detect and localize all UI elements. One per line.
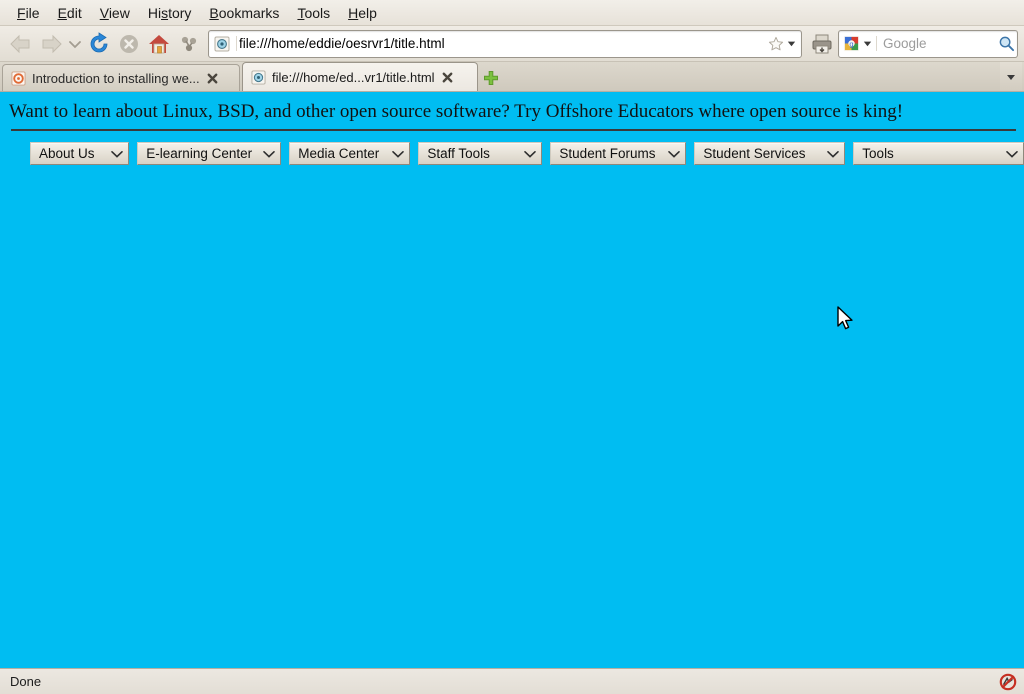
back-button[interactable] — [6, 29, 36, 59]
navigation-toolbar: file:///home/eddie/oesrvr1/title.html g … — [0, 26, 1024, 62]
menu-bookmarks[interactable]: Bookmarks — [200, 3, 288, 23]
page-banner-text: Want to learn about Linux, BSD, and othe… — [9, 101, 904, 122]
menu-help[interactable]: Help — [339, 3, 386, 23]
reload-button[interactable] — [84, 29, 114, 59]
address-bar-actions — [766, 36, 801, 52]
dropdown-label: E-learning Center — [146, 146, 253, 161]
close-icon[interactable] — [206, 71, 220, 85]
menu-tools[interactable]: Tools — [288, 3, 339, 23]
new-tab-button[interactable] — [480, 64, 502, 91]
home-button[interactable] — [144, 29, 174, 59]
plus-icon — [484, 70, 498, 85]
list-all-tabs-button[interactable] — [1000, 62, 1022, 91]
chevron-down-icon — [69, 40, 81, 48]
tab-introduction-to-installing-we[interactable]: Introduction to installing we... — [2, 64, 240, 91]
noscript-status-button[interactable] — [998, 672, 1018, 692]
google-icon: g — [843, 35, 860, 52]
dropdown-label: Staff Tools — [427, 146, 490, 161]
menu-history[interactable]: History — [139, 3, 201, 23]
print-icon — [812, 34, 832, 53]
globe-icon — [213, 35, 231, 53]
back-arrow-icon — [10, 34, 30, 53]
dropdown-label: About Us — [39, 146, 95, 161]
tab-label: file:///home/ed...vr1/title.html — [272, 69, 435, 85]
chevron-down-icon — [668, 150, 681, 158]
status-bar: Done — [0, 668, 1024, 694]
tab-file-title-html[interactable]: file:///home/ed...vr1/title.html — [242, 62, 478, 91]
dropdown-label: Student Services — [703, 146, 806, 161]
menu-file[interactable]: File — [8, 3, 49, 23]
menu-view[interactable]: View — [91, 3, 139, 23]
menu-edit[interactable]: Edit — [49, 3, 91, 23]
site-navigation-dropdowns: About Us E-learning Center Media Center … — [0, 131, 1024, 165]
bookmark-star-button[interactable] — [768, 36, 784, 52]
dropdown-e-learning-center[interactable]: E-learning Center — [137, 142, 282, 165]
chevron-down-icon — [524, 150, 537, 158]
tab-label: Introduction to installing we... — [32, 70, 200, 86]
dropdown-staff-tools[interactable]: Staff Tools — [418, 142, 543, 165]
page-content: Want to learn about Linux, BSD, and othe… — [0, 92, 1024, 668]
dropdown-tools[interactable]: Tools — [853, 142, 1024, 165]
dropdown-label: Tools — [862, 146, 894, 161]
share-icon — [181, 36, 197, 51]
close-icon[interactable] — [441, 70, 455, 84]
history-dropdown-button[interactable] — [66, 29, 84, 59]
chevron-down-icon — [263, 150, 276, 158]
dropdown-label: Student Forums — [559, 146, 656, 161]
stop-button[interactable] — [114, 29, 144, 59]
reload-icon — [90, 31, 108, 52]
search-icon — [999, 36, 1014, 52]
stop-icon — [120, 34, 138, 53]
status-text: Done — [10, 674, 42, 689]
chevron-down-icon — [392, 150, 405, 158]
address-bar[interactable]: file:///home/eddie/oesrvr1/title.html — [208, 29, 802, 58]
forward-button[interactable] — [36, 29, 66, 59]
chevron-down-icon — [787, 41, 796, 47]
search-input[interactable]: Google — [876, 36, 995, 51]
search-engine-selector[interactable]: g — [839, 35, 876, 52]
dropdown-student-services[interactable]: Student Services — [694, 142, 846, 165]
print-button[interactable] — [808, 29, 836, 59]
chevron-down-icon — [1006, 150, 1018, 158]
noscript-blocked-icon — [999, 673, 1017, 690]
tab-bar: Introduction to installing we... file://… — [0, 62, 1024, 92]
chevron-down-icon — [1007, 74, 1015, 80]
forward-arrow-icon — [42, 34, 62, 53]
menu-bar: File Edit View History Bookmarks Tools H… — [0, 0, 1024, 26]
dropdown-student-forums[interactable]: Student Forums — [550, 142, 687, 165]
dropdown-about-us[interactable]: About Us — [30, 142, 130, 165]
globe-icon — [250, 69, 266, 85]
mouse-pointer-icon — [837, 306, 853, 330]
dropdown-label: Media Center — [298, 146, 380, 161]
chevron-down-icon — [863, 41, 872, 47]
search-box[interactable]: g Google — [838, 29, 1018, 58]
chevron-down-icon — [111, 150, 124, 158]
search-submit-button[interactable] — [995, 35, 1017, 52]
chevron-down-icon — [827, 150, 840, 158]
svg-text:g: g — [849, 40, 853, 49]
share-button[interactable] — [174, 29, 204, 59]
orange-circle-icon — [10, 70, 26, 86]
dropdown-media-center[interactable]: Media Center — [289, 142, 411, 165]
address-dropdown-button[interactable] — [786, 38, 797, 49]
home-icon — [149, 34, 169, 53]
address-bar-text[interactable]: file:///home/eddie/oesrvr1/title.html — [236, 36, 766, 51]
star-icon — [768, 36, 784, 50]
browser-window: File Edit View History Bookmarks Tools H… — [0, 0, 1024, 694]
